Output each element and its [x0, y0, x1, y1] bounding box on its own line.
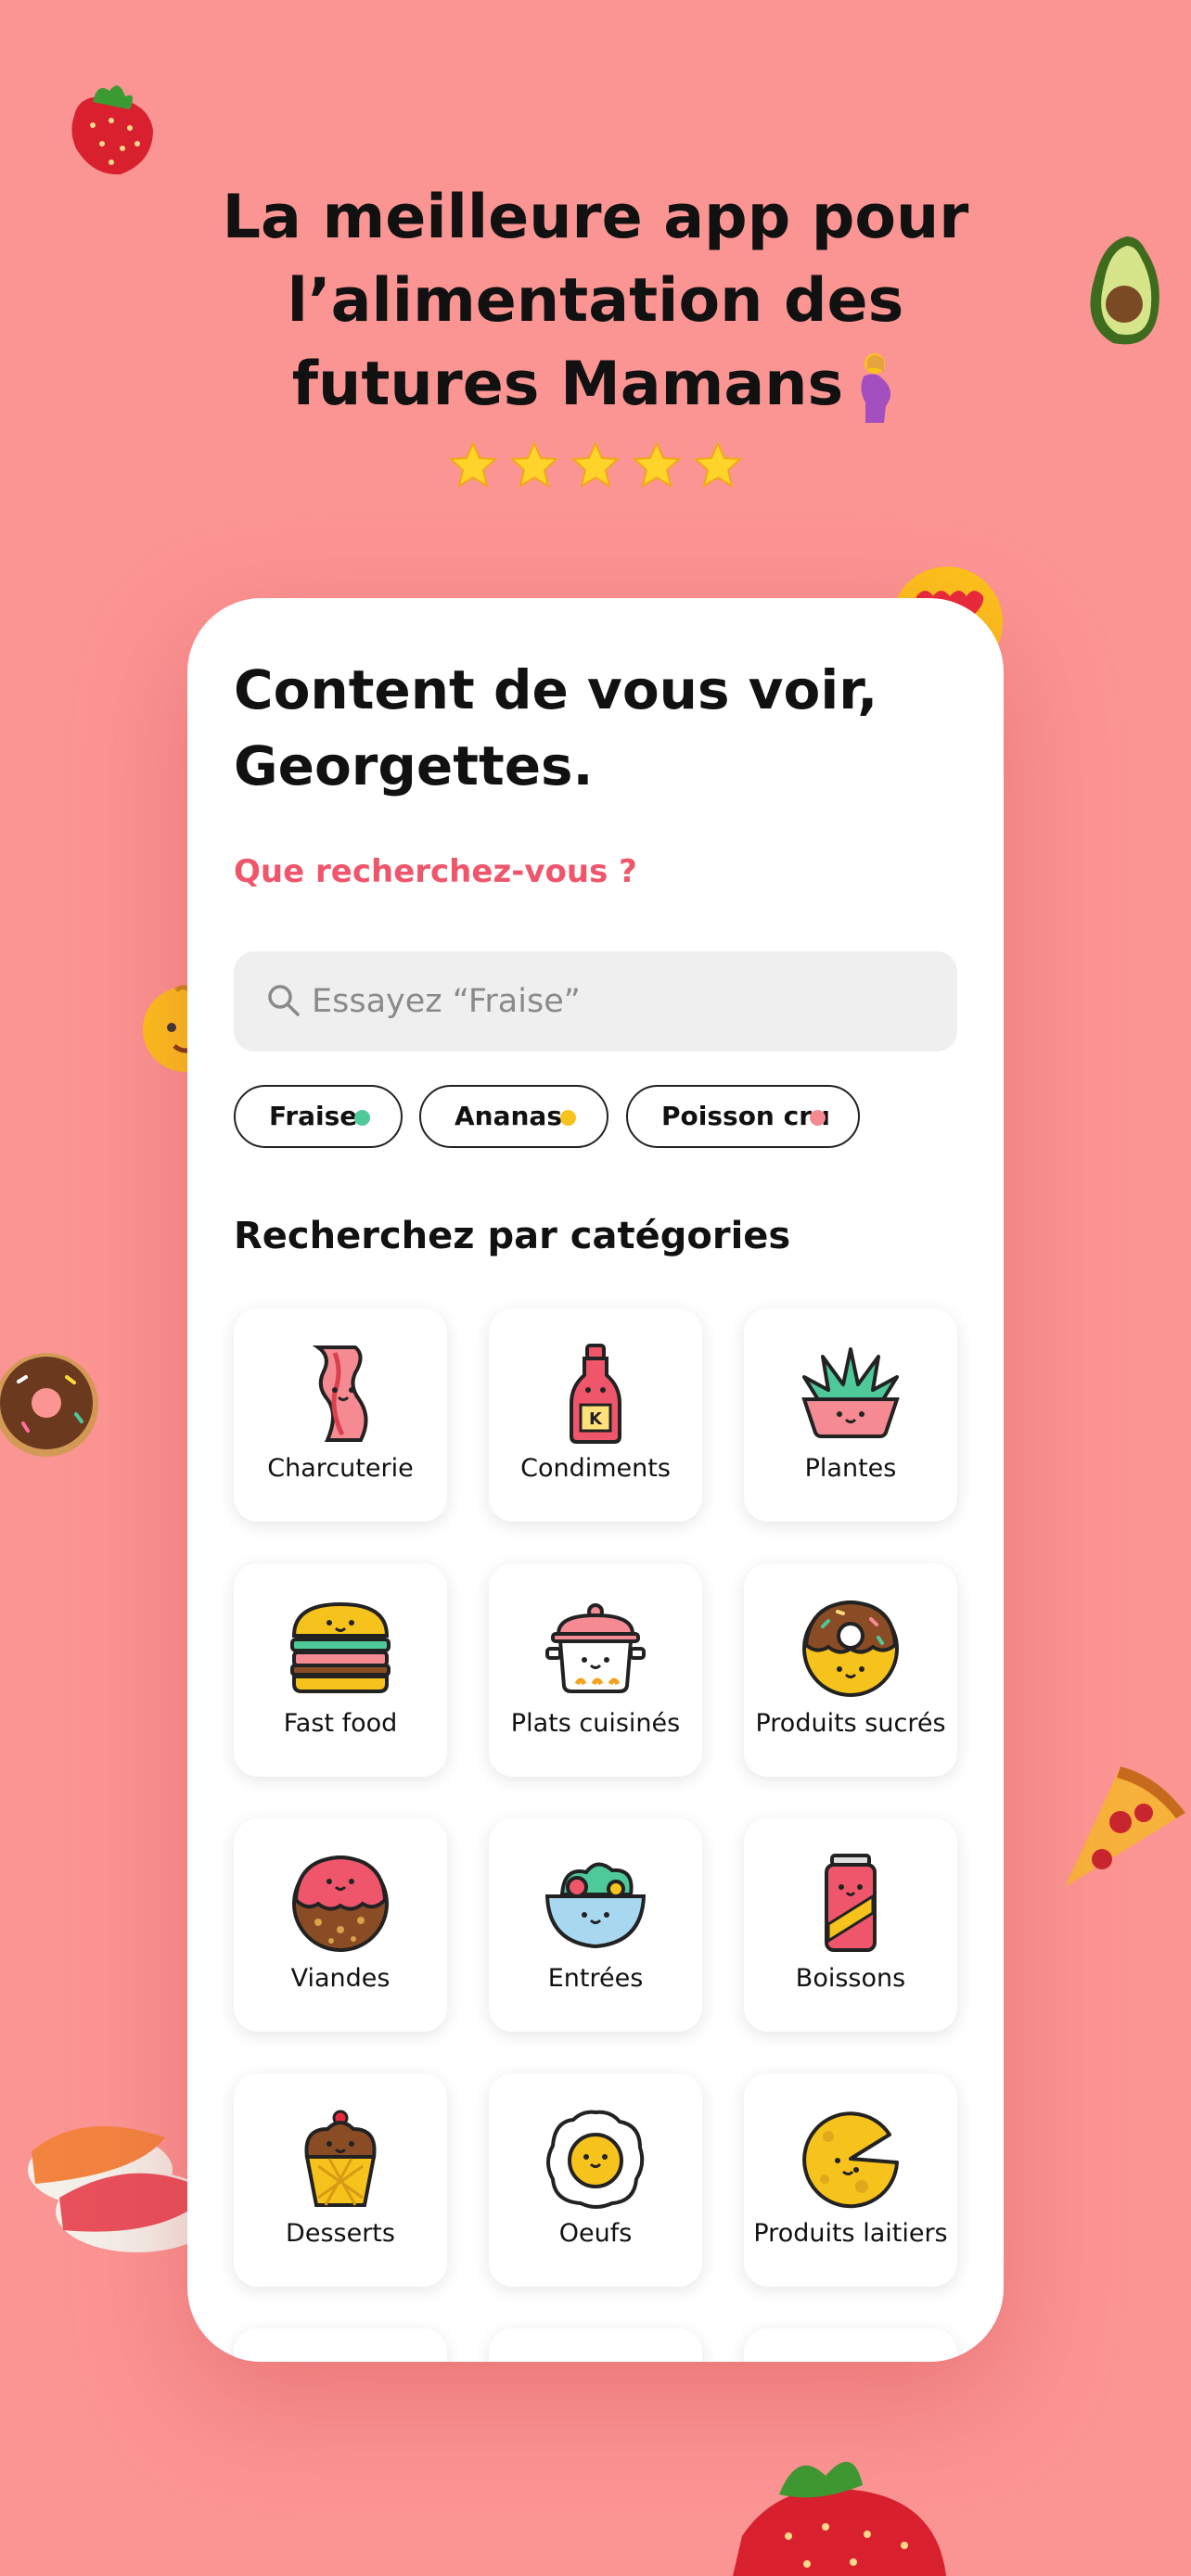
- donut-icon: [0, 1353, 98, 1457]
- category-label: Charcuterie: [267, 1454, 414, 1483]
- strawberry-icon: [733, 2461, 946, 2576]
- pizza-slice-icon: [1065, 1766, 1185, 1887]
- egg-icon: [546, 2110, 645, 2209]
- chip-ananas[interactable]: Ananas: [419, 1085, 608, 1148]
- category-card-produits-laitiers[interactable]: Produits laitiers: [744, 2073, 957, 2287]
- star-icon: [693, 440, 743, 489]
- category-label: Viandes: [290, 1964, 391, 1993]
- rating-stars: [0, 440, 1191, 495]
- soda-can-icon: [825, 1854, 877, 1952]
- category-label: Plats cuisinés: [510, 1709, 681, 1738]
- category-label: Produits laitiers: [753, 2219, 948, 2248]
- marketing-headline: La meilleure app pour l’alimentation des…: [0, 176, 1191, 427]
- headline-line-3: futures Mamans: [291, 350, 844, 419]
- category-card-boissons[interactable]: Boissons: [744, 1818, 957, 2032]
- star-icon: [570, 440, 621, 489]
- chip-status-dot: [810, 1110, 826, 1126]
- chip-fraise[interactable]: Fraise: [234, 1085, 403, 1148]
- meatball-icon: [292, 1855, 389, 1952]
- category-card-desserts[interactable]: Desserts: [234, 2073, 447, 2287]
- category-card-produits-sucres[interactable]: Produits sucrés: [744, 1563, 957, 1777]
- bacon-icon: [312, 1345, 368, 1442]
- category-card-viandes[interactable]: Viandes: [234, 1818, 447, 2032]
- chip-label: Ananas: [455, 1101, 562, 1131]
- donut-icon: [802, 1600, 899, 1697]
- category-card-plantes[interactable]: Plantes: [744, 1308, 957, 1522]
- chip-poisson-cru[interactable]: Poisson cru: [626, 1085, 860, 1148]
- category-label: Entrées: [547, 1964, 644, 1993]
- category-card-oeufs[interactable]: Oeufs: [489, 2073, 702, 2287]
- svg-text:K: K: [589, 1409, 603, 1429]
- category-label: Fast food: [283, 1709, 398, 1738]
- category-card-fast-food[interactable]: Fast food: [234, 1563, 447, 1777]
- star-icon: [509, 440, 559, 489]
- category-card-partial[interactable]: [489, 2328, 702, 2362]
- category-card-charcuterie[interactable]: Charcuterie: [234, 1308, 447, 1522]
- category-card-plats-cuisines[interactable]: Plats cuisinés: [489, 1563, 702, 1777]
- category-label: Plantes: [804, 1454, 897, 1483]
- chip-status-dot: [354, 1110, 370, 1126]
- category-label: Produits sucrés: [755, 1709, 946, 1738]
- category-label: Oeufs: [558, 2219, 633, 2248]
- search-prompt: Que recherchez-vous ?: [234, 853, 637, 890]
- star-icon: [632, 440, 682, 489]
- categories-title: Recherchez par catégories: [234, 1215, 791, 1257]
- search-bar[interactable]: [234, 951, 957, 1052]
- cooking-pot-icon: [545, 1603, 646, 1693]
- salad-bowl-icon: [545, 1862, 646, 1949]
- ketchup-icon: K: [570, 1344, 621, 1444]
- plant-icon: [801, 1347, 900, 1438]
- category-label: Condiments: [520, 1454, 671, 1483]
- pregnant-woman-emoji-icon: [861, 352, 891, 423]
- headline-line-2: l’alimentation des: [287, 266, 904, 336]
- ice-cream-icon: [304, 2110, 377, 2207]
- category-card-partial[interactable]: [744, 2328, 957, 2362]
- burger-icon: [290, 1601, 391, 1693]
- app-screen: Content de vous voir, Georgettes. Que re…: [187, 598, 1004, 2362]
- chip-status-dot: [560, 1110, 576, 1126]
- category-label: Desserts: [286, 2219, 395, 2248]
- star-icon: [448, 440, 498, 489]
- category-card-entrees[interactable]: Entrées: [489, 1818, 702, 2032]
- category-card-condiments[interactable]: K Condiments: [489, 1308, 702, 1522]
- chip-label: Poisson cru: [661, 1101, 830, 1131]
- category-label: Boissons: [795, 1964, 906, 1993]
- greeting-title: Content de vous voir, Georgettes.: [234, 658, 878, 797]
- search-input[interactable]: [312, 951, 942, 1052]
- headline-line-1: La meilleure app pour: [222, 183, 969, 252]
- category-card-partial[interactable]: [234, 2328, 447, 2362]
- chip-label: Fraise: [269, 1101, 358, 1131]
- strawberry-icon: [71, 85, 153, 175]
- cheese-icon: [802, 2111, 899, 2209]
- search-icon: [268, 985, 300, 1016]
